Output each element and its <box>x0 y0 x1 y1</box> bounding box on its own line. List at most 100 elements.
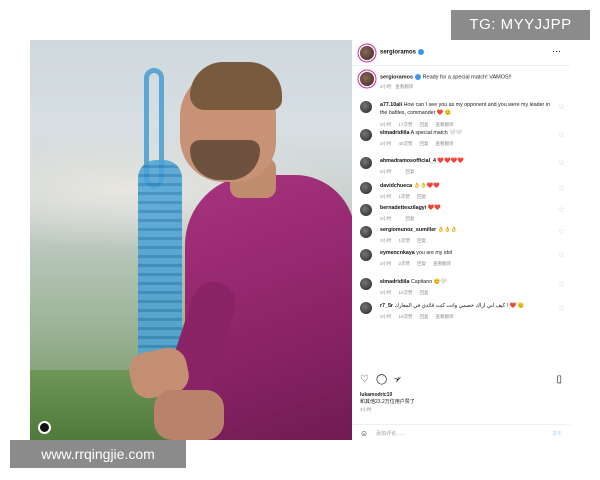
comment-like-heart-icon[interactable]: ♡ <box>559 185 564 192</box>
comment-reply-link[interactable]: 回复 <box>417 194 426 199</box>
comment-time: 3小时 <box>380 141 392 146</box>
caption-avatar[interactable] <box>360 72 374 86</box>
author-username[interactable]: sergioramos <box>380 49 425 56</box>
likes-user[interactable]: lukamodric10 <box>360 392 392 398</box>
caption-username[interactable]: sergioramos <box>380 74 413 80</box>
comment-time: 3小时 <box>380 261 392 266</box>
comment-reply-link[interactable]: 回复 <box>420 141 429 146</box>
commenter-avatar[interactable] <box>360 249 372 261</box>
comment-like-heart-icon[interactable]: ♡ <box>559 160 564 167</box>
post-caption: sergioramos Ready for a special match! V… <box>352 70 570 96</box>
comment-time: 3小时 <box>380 238 392 243</box>
likes-text[interactable]: 和其他23.2万位用户赞了 <box>360 399 415 405</box>
comment-likes[interactable]: 16次赞 <box>399 314 413 319</box>
author-avatar[interactable] <box>360 46 374 60</box>
comment-text-block: ahmadramosofficial_4 ❤️❤️❤️❤️ <box>380 158 552 166</box>
comment-reply-link[interactable]: 回复 <box>420 290 429 295</box>
comment-likes[interactable]: 1次赞 <box>399 194 411 199</box>
comment-like-heart-icon[interactable]: ♡ <box>559 281 564 288</box>
commenter-username[interactable]: eymencnkaya <box>380 250 415 256</box>
commenter-username[interactable]: elmadridiila <box>380 279 409 285</box>
author-username-text[interactable]: sergioramos <box>380 50 416 56</box>
comment-meta: 3小时 40次赞 回复 查看翻译 <box>380 141 461 147</box>
commenter-username[interactable]: a77.10ali <box>380 102 402 108</box>
share-icon[interactable]: ➢ <box>392 373 405 387</box>
commenter-username[interactable]: r7_5r <box>380 303 393 309</box>
more-options-icon[interactable]: ⋯ <box>552 46 562 57</box>
comment-meta: 3小时 1次赞 回复 <box>380 194 440 200</box>
commenter-avatar[interactable] <box>360 226 372 238</box>
comment-like-heart-icon[interactable]: ♡ <box>559 132 564 139</box>
comment-meta: 3小时 1次赞 回复 <box>380 238 440 244</box>
commenter-avatar[interactable] <box>360 182 372 194</box>
watermark-bottom: www.rrqingjie.com <box>10 440 186 468</box>
comment-translate-link[interactable]: 查看翻译 <box>436 141 454 146</box>
comment-text-block: elmadridiila A special match 🤍🤍 <box>380 130 552 138</box>
comment-bubble-icon[interactable]: ◯ <box>376 374 387 385</box>
commenter-username[interactable]: davidchueca <box>380 183 412 189</box>
comment-meta: 3小时 回复 <box>380 169 429 175</box>
like-heart-icon[interactable]: ♡ <box>360 374 369 385</box>
verified-badge-icon <box>418 49 425 55</box>
comment-reply-link[interactable]: 回复 <box>417 261 426 266</box>
comment-text: Capitano 😊🤍 <box>410 279 447 285</box>
action-bar: ♡ ◯ ➢ ▯ <box>352 373 570 388</box>
comment-text: How can I see you as my opponent and you… <box>380 102 550 116</box>
comment-meta: 3小时 10次赞 回复 <box>380 290 443 296</box>
comment-reply-link[interactable]: 回复 <box>420 314 429 319</box>
commenter-avatar[interactable] <box>360 278 372 290</box>
comment-reply-link[interactable]: 回复 <box>406 169 415 174</box>
comment-row: a77.10ali How can I see you as my oppone… <box>352 100 570 130</box>
comment-text: 👌👌❤️❤️ <box>413 183 440 189</box>
commenter-avatar[interactable] <box>360 204 372 216</box>
commenter-username[interactable]: elmadridiila <box>380 130 409 136</box>
comment-time: 3小时 <box>380 122 392 127</box>
commenter-avatar[interactable] <box>360 157 372 169</box>
comment-likes[interactable]: 1次赞 <box>399 238 411 243</box>
post-comment-button[interactable]: 发布 <box>552 430 562 437</box>
comment-like-heart-icon[interactable]: ♡ <box>559 305 564 312</box>
comment-translate-link[interactable]: 查看翻译 <box>436 314 454 319</box>
comment-likes[interactable]: 17次赞 <box>399 122 413 127</box>
comment-reply-link[interactable]: 回复 <box>420 122 429 127</box>
player-hair <box>190 62 282 110</box>
comment-text: كيف اني اراك خصمي وانت كنت قائدي في المع… <box>394 303 525 309</box>
comment-like-heart-icon[interactable]: ♡ <box>559 229 564 236</box>
comment-likes[interactable]: 40次赞 <box>399 141 413 146</box>
comment-meta: 3小时 回复 <box>380 216 429 222</box>
comment-time: 3小时 <box>380 216 392 221</box>
commenter-avatar[interactable] <box>360 101 372 113</box>
caption-translate-link[interactable]: 查看翻译 <box>395 84 413 89</box>
commenter-avatar[interactable] <box>360 129 372 141</box>
comment-text-block: eymencnkaya you are my idol <box>380 250 552 258</box>
save-bookmark-icon[interactable]: ▯ <box>556 374 562 385</box>
commenter-username[interactable]: ahmadramosofficial_4 <box>380 158 436 164</box>
commenter-avatar[interactable] <box>360 302 372 314</box>
tagged-user-icon[interactable] <box>38 421 51 434</box>
comment-likes[interactable]: 2次赞 <box>399 261 411 266</box>
commenter-username[interactable]: sergiomunoz_sumiller <box>380 227 436 233</box>
comment-time: 3小时 <box>380 314 392 319</box>
comment-row: r7_5r كيف اني اراك خصمي وانت كنت قائدي ف… <box>352 301 570 331</box>
comment-translate-link[interactable]: 查看翻译 <box>433 261 451 266</box>
comment-row: eymencnkaya you are my idol 3小时 2次赞 回复 查看翻译 ♡ <box>352 248 570 278</box>
comment-reply-link[interactable]: 回复 <box>406 216 415 221</box>
comment-likes[interactable]: 10次赞 <box>399 290 413 295</box>
post-photo[interactable] <box>30 40 352 440</box>
comment-like-heart-icon[interactable]: ♡ <box>559 207 564 214</box>
comment-time: 3小时 <box>380 169 392 174</box>
comment-like-heart-icon[interactable]: ♡ <box>559 104 564 111</box>
comment-meta: 3小时 2次赞 回复 查看翻译 <box>380 261 458 267</box>
add-comment-bar: ☺ 添加评论…… 发布 <box>352 424 570 440</box>
comment-reply-link[interactable]: 回复 <box>417 238 426 243</box>
comment-text: A special match 🤍🤍 <box>410 130 463 136</box>
post-time: 3小时 <box>360 407 372 412</box>
comment-like-heart-icon[interactable]: ♡ <box>559 252 564 259</box>
add-comment-input[interactable]: 添加评论…… <box>376 430 406 437</box>
comment-translate-link[interactable]: 查看翻译 <box>436 122 454 127</box>
comment-text-block: sergiomunoz_sumiller 👌👌👌 <box>380 227 552 235</box>
emoji-icon[interactable]: ☺ <box>360 429 368 438</box>
comment-time: 3小时 <box>380 194 392 199</box>
comment-text: 👌👌👌 <box>437 227 458 233</box>
commenter-username[interactable]: bernadetteszilagyi <box>380 205 426 211</box>
